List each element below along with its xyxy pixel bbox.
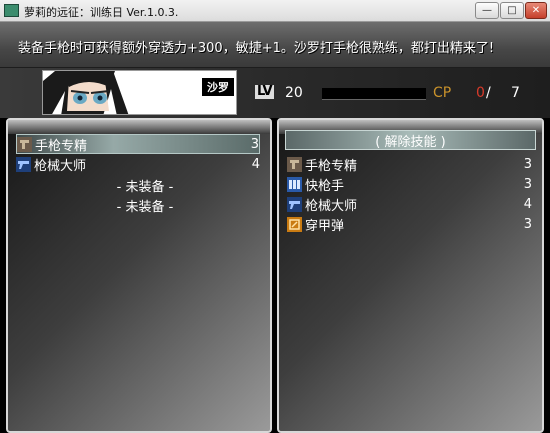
unequip-skill-option[interactable]: ( 解除技能 ) bbox=[285, 130, 536, 150]
skill-name: 枪械大师 bbox=[305, 198, 358, 214]
available-skill-row[interactable]: 枪械大师 4 bbox=[287, 194, 532, 214]
window-titlebar: 萝莉的远征：训练日 Ver.1.0.3. — □ ✕ bbox=[0, 0, 550, 22]
gun-mastery-icon bbox=[287, 156, 302, 172]
empty-slot-label: - 未装备 - bbox=[116, 199, 174, 215]
cp-max: 7 bbox=[511, 85, 520, 101]
equipped-skill-row[interactable]: 枪械大师 4 bbox=[16, 154, 260, 174]
help-window: 装备手枪时可获得额外穿透力+300，敏捷+1。沙罗打手枪很熟练，都打出精来了! bbox=[0, 22, 550, 68]
available-skill-row[interactable]: 手枪专精 3 bbox=[287, 154, 532, 174]
gun-mastery-icon bbox=[17, 136, 32, 152]
available-skill-row[interactable]: 快枪手 3 bbox=[287, 174, 532, 194]
skill-description: 装备手枪时可获得额外穿透力+300，敏捷+1。沙罗打手枪很熟练，都打出精来了! bbox=[18, 41, 495, 56]
skill-level: 3 bbox=[523, 176, 532, 192]
status-window: 沙罗 LV 20 CP 0 / 7 bbox=[0, 68, 550, 118]
armor-piercing-icon bbox=[287, 216, 302, 232]
equipped-skills-window: 手枪专精 3 枪械大师 4 - 未装备 - - 未装备 - bbox=[6, 118, 272, 433]
skill-name: 枪械大师 bbox=[34, 158, 87, 174]
skill-level: 3 bbox=[523, 216, 532, 232]
window-title: 萝莉的远征：训练日 Ver.1.0.3. bbox=[24, 6, 179, 19]
character-portrait: 沙罗 bbox=[42, 70, 237, 115]
skill-name: 手枪专精 bbox=[35, 138, 88, 154]
skill-level: 3 bbox=[523, 156, 532, 172]
level-label: LV bbox=[255, 84, 274, 99]
empty-skill-slot[interactable]: - 未装备 - bbox=[16, 175, 260, 195]
app-icon bbox=[4, 4, 19, 17]
quick-draw-icon bbox=[287, 176, 302, 192]
cp-current: 0 bbox=[476, 85, 485, 101]
available-skills-window: ( 解除技能 ) 手枪专精 3 快枪手 3 枪械大师 4 穿甲弹 3 bbox=[277, 118, 544, 433]
cp-gauge bbox=[322, 88, 426, 100]
level-value: 20 bbox=[285, 85, 303, 101]
skill-level: 4 bbox=[251, 156, 260, 172]
skill-level: 3 bbox=[250, 136, 259, 152]
available-skill-row[interactable]: 穿甲弹 3 bbox=[287, 214, 532, 234]
equipped-skill-row[interactable]: 手枪专精 3 bbox=[16, 134, 260, 154]
firearm-master-icon bbox=[287, 196, 302, 212]
character-name: 沙罗 bbox=[201, 77, 235, 97]
skill-name: 手枪专精 bbox=[305, 158, 358, 174]
firearm-master-icon bbox=[16, 156, 31, 172]
minimize-button[interactable]: — bbox=[475, 2, 499, 19]
skill-level: 4 bbox=[523, 196, 532, 212]
empty-slot-label: - 未装备 - bbox=[116, 179, 174, 195]
skill-name: 穿甲弹 bbox=[305, 218, 345, 234]
cp-label: CP bbox=[433, 85, 452, 101]
maximize-button[interactable]: □ bbox=[500, 2, 524, 19]
skill-name: 快枪手 bbox=[305, 178, 345, 194]
cp-separator: / bbox=[486, 85, 491, 101]
close-button[interactable]: ✕ bbox=[525, 2, 547, 19]
panel-top-gradient bbox=[8, 120, 270, 134]
empty-skill-slot[interactable]: - 未装备 - bbox=[16, 195, 260, 215]
